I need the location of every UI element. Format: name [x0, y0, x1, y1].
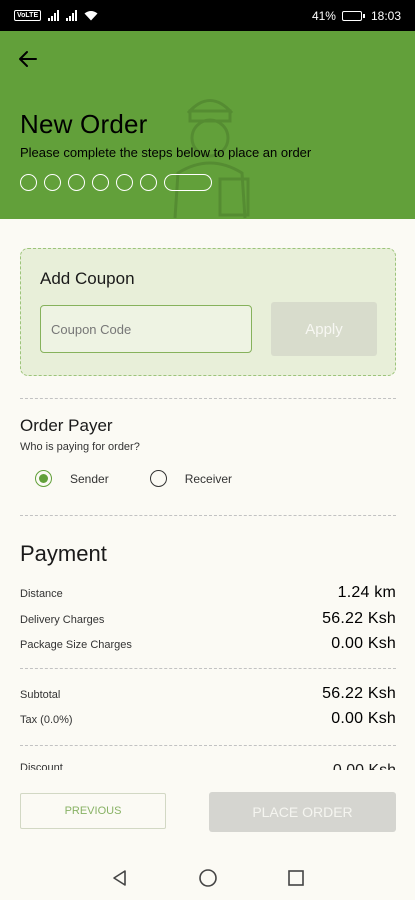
page-title: New Order: [20, 109, 148, 139]
order-header: New Order Please complete the steps belo…: [0, 31, 415, 219]
step-dot: [44, 174, 61, 191]
divider: [20, 745, 396, 746]
row-label: Discount: [20, 762, 63, 770]
step-dot: [20, 174, 37, 191]
recents-square-icon[interactable]: [284, 866, 308, 890]
step-dot: [92, 174, 109, 191]
divider: [20, 398, 396, 399]
footer: PREVIOUS PLACE ORDER: [0, 770, 415, 856]
row-label: Delivery Charges: [20, 614, 105, 626]
row-value: 56.22 Ksh: [322, 685, 396, 702]
payer-options: Sender Receiver: [35, 470, 232, 487]
apply-coupon-button[interactable]: Apply: [271, 302, 377, 356]
battery-icon: [341, 10, 365, 21]
row-label: Subtotal: [20, 689, 61, 701]
order-payer-hint: Who is paying for order?: [20, 441, 140, 453]
row-value: 0.00 Ksh: [331, 635, 396, 652]
system-nav-bar: [0, 856, 415, 900]
step-dot: [116, 174, 133, 191]
payment-row-delivery: Delivery Charges 56.22 Ksh: [20, 610, 396, 628]
coupon-card: Add Coupon Apply: [20, 248, 396, 376]
order-payer-title: Order Payer: [20, 416, 113, 435]
previous-button[interactable]: PREVIOUS: [20, 793, 166, 829]
payment-row-package: Package Size Charges 0.00 Ksh: [20, 635, 396, 653]
receiver-label[interactable]: Receiver: [185, 472, 232, 486]
step-dot: [140, 174, 157, 191]
payment-row-tax: Tax (0.0%) 0.00 Ksh: [20, 710, 396, 728]
signal-icon-2: [66, 10, 78, 21]
coupon-code-input[interactable]: [40, 305, 252, 353]
step-indicator: [20, 174, 212, 191]
row-value: 56.22 Ksh: [322, 610, 396, 627]
back-triangle-icon[interactable]: [108, 866, 132, 890]
wifi-icon: [84, 11, 98, 21]
row-label: Tax (0.0%): [20, 714, 73, 726]
status-right: 41% 18:03: [312, 9, 401, 23]
signal-icon: [48, 10, 60, 21]
payment-row-distance: Distance 1.24 km: [20, 584, 396, 602]
payment-title: Payment: [20, 541, 107, 566]
step-current: [164, 174, 212, 191]
home-circle-icon[interactable]: [196, 866, 220, 890]
step-dot: [68, 174, 85, 191]
divider: [20, 515, 396, 516]
sender-label[interactable]: Sender: [70, 472, 109, 486]
place-order-button[interactable]: PLACE ORDER: [209, 792, 396, 832]
volte-badge: VoLTE: [14, 10, 42, 21]
divider: [20, 668, 396, 669]
back-button[interactable]: [14, 45, 42, 73]
status-bar: VoLTE 41% 18:03: [0, 0, 415, 31]
row-value: 1.24 km: [337, 584, 396, 601]
sender-radio[interactable]: [35, 470, 52, 487]
coupon-title: Add Coupon: [40, 269, 135, 288]
arrow-left-icon: [19, 51, 37, 67]
row-value: 0.00 Ksh: [331, 710, 396, 727]
row-value: 0.00 Ksh: [333, 762, 396, 770]
payment-row-discount: Discount 0.00 Ksh: [20, 758, 396, 770]
clock: 18:03: [370, 8, 401, 23]
payment-row-subtotal: Subtotal 56.22 Ksh: [20, 685, 396, 703]
page-subtitle: Please complete the steps below to place…: [20, 145, 312, 160]
status-left: VoLTE: [14, 10, 98, 21]
battery-percent: 41%: [311, 8, 336, 23]
row-label: Distance: [20, 588, 63, 600]
receiver-radio[interactable]: [149, 470, 167, 487]
row-label: Package Size Charges: [20, 639, 132, 651]
